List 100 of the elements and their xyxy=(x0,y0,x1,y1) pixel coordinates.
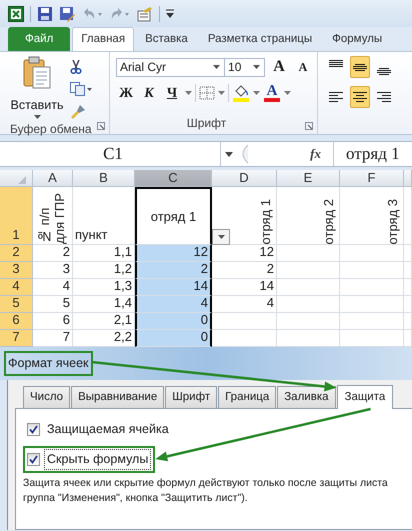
table-cell[interactable] xyxy=(404,245,412,262)
undo-icon[interactable] xyxy=(81,6,103,22)
table-cell[interactable] xyxy=(404,262,412,279)
redo-icon[interactable] xyxy=(109,6,131,22)
table-cell[interactable] xyxy=(277,296,340,313)
checkbox[interactable] xyxy=(27,452,40,466)
column-header[interactable]: F xyxy=(340,170,404,187)
row-header[interactable]: 7 xyxy=(0,330,33,347)
name-box[interactable]: C1 xyxy=(6,142,221,166)
bold-button[interactable]: Ж xyxy=(116,82,136,104)
table-cell[interactable] xyxy=(277,279,340,296)
font-name-field[interactable]: Arial Cyr xyxy=(116,58,226,76)
table-cell[interactable]: 6 xyxy=(33,313,73,330)
table-cell[interactable]: 0 xyxy=(135,313,212,330)
table-cell[interactable]: 14 xyxy=(135,279,212,296)
save-icon[interactable] xyxy=(37,6,53,22)
ribbon-tab[interactable]: Разметка страницы xyxy=(198,26,322,51)
row-header[interactable]: 2 xyxy=(0,245,33,262)
format-painter-icon[interactable] xyxy=(70,104,86,120)
table-cell[interactable]: 3 xyxy=(33,262,73,279)
column-header[interactable]: C xyxy=(135,170,212,187)
table-cell[interactable] xyxy=(340,262,404,279)
table-cell[interactable]: 4 xyxy=(33,279,73,296)
underline-button[interactable]: Ч xyxy=(162,82,182,104)
middle-align-button[interactable] xyxy=(350,56,370,78)
table-cell[interactable] xyxy=(277,262,340,279)
borders-icon[interactable] xyxy=(199,86,215,100)
select-all-button[interactable] xyxy=(0,170,33,187)
dialog-tab[interactable]: Выравнивание xyxy=(71,386,164,408)
column-header[interactable]: B xyxy=(73,170,135,187)
table-cell[interactable] xyxy=(212,313,277,330)
formula-field[interactable]: отряд 1 xyxy=(334,141,412,167)
table-cell[interactable]: 2 xyxy=(135,262,212,279)
font-size-field[interactable]: 10 xyxy=(224,58,265,76)
caret-icon[interactable] xyxy=(225,152,233,156)
shrink-font-button[interactable]: A xyxy=(293,56,313,78)
table-cell[interactable]: 0 xyxy=(135,330,212,347)
row-header[interactable]: 4 xyxy=(0,279,33,296)
column-header[interactable] xyxy=(404,170,412,187)
center-align-button[interactable] xyxy=(350,86,370,108)
dialog-launcher-icon[interactable] xyxy=(97,122,105,130)
grow-font-button[interactable]: A xyxy=(269,56,289,78)
column-header[interactable]: A xyxy=(33,170,73,187)
dialog-tab[interactable]: Шрифт xyxy=(165,386,218,408)
checkbox-label[interactable]: Защищаемая ячейка xyxy=(44,419,172,440)
insert-function-button[interactable]: fx xyxy=(310,144,321,164)
save-as-icon[interactable] xyxy=(59,6,75,22)
ribbon-tab[interactable]: Главная xyxy=(72,26,134,51)
table-cell[interactable] xyxy=(404,187,412,245)
table-cell[interactable]: 12 xyxy=(135,245,212,262)
table-cell[interactable] xyxy=(277,245,340,262)
filter-dropdown[interactable] xyxy=(212,229,230,245)
table-cell[interactable] xyxy=(340,279,404,296)
row-header[interactable]: 6 xyxy=(0,313,33,330)
paste-button[interactable]: Вставить xyxy=(10,96,64,115)
column-header[interactable]: D xyxy=(212,170,277,187)
checkbox[interactable] xyxy=(27,422,40,436)
caret-icon[interactable] xyxy=(218,91,225,95)
dialog-tab[interactable]: Граница xyxy=(218,386,276,408)
dialog-tab[interactable]: Защита xyxy=(336,384,394,409)
table-cell[interactable] xyxy=(340,245,404,262)
table-cell[interactable]: 5 xyxy=(33,296,73,313)
ribbon-tab[interactable]: Вставка xyxy=(136,26,197,51)
table-cell[interactable] xyxy=(277,313,340,330)
table-cell[interactable]: 2 xyxy=(33,245,73,262)
dialog-tab[interactable]: Число xyxy=(23,386,70,408)
table-cell[interactable]: 14 xyxy=(212,279,277,296)
copy-icon[interactable] xyxy=(70,82,92,96)
dialog-tab[interactable]: Заливка xyxy=(277,386,336,408)
scissors-icon[interactable] xyxy=(70,60,82,74)
table-cell[interactable] xyxy=(404,296,412,313)
fill-color-icon[interactable] xyxy=(232,84,250,102)
ribbon-tab[interactable]: Формулы xyxy=(323,26,392,51)
row-header[interactable]: 1 xyxy=(0,187,33,245)
table-cell[interactable]: отряд 2 xyxy=(277,187,340,245)
checkbox-label[interactable]: Скрыть формулы xyxy=(44,448,152,470)
table-cell[interactable] xyxy=(340,313,404,330)
clipboard-icon[interactable] xyxy=(22,56,52,90)
table-cell[interactable] xyxy=(404,313,412,330)
column-header[interactable]: E xyxy=(277,170,340,187)
customize-caret-icon[interactable] xyxy=(166,8,174,18)
ribbon-tab[interactable]: Файл xyxy=(8,26,70,51)
italic-button[interactable]: К xyxy=(139,82,159,104)
caret-icon[interactable] xyxy=(34,114,40,119)
caret-icon[interactable] xyxy=(185,91,192,95)
table-cell[interactable] xyxy=(404,279,412,296)
table-cell[interactable]: 4 xyxy=(135,296,212,313)
row-header[interactable]: 5 xyxy=(0,296,33,313)
table-cell[interactable]: отряд 3 xyxy=(340,187,404,245)
table-cell[interactable] xyxy=(340,296,404,313)
table-cell[interactable]: 4 xyxy=(212,296,277,313)
dialog-launcher-icon[interactable] xyxy=(305,122,313,130)
table-cell[interactable]: пункт xyxy=(73,187,135,245)
caret-icon[interactable] xyxy=(284,91,291,95)
row-header[interactable]: 3 xyxy=(0,262,33,279)
table-cell[interactable]: № п/п для ГПР xyxy=(33,187,73,245)
table-cell[interactable]: 2 xyxy=(212,262,277,279)
caret-icon[interactable] xyxy=(253,91,260,95)
form-icon[interactable] xyxy=(137,6,153,22)
font-color-button[interactable]: A xyxy=(263,84,281,102)
